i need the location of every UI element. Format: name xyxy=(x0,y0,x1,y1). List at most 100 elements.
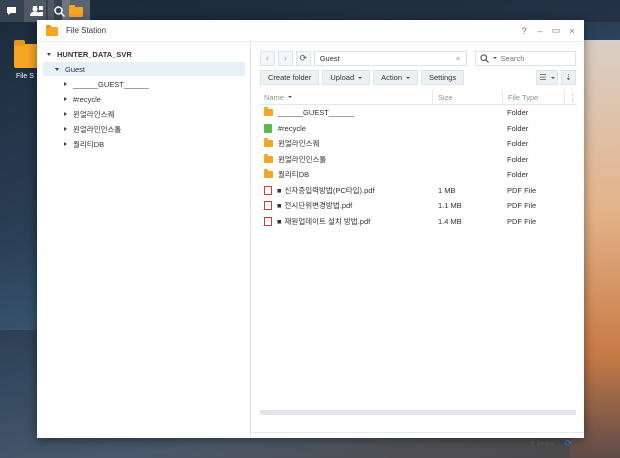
star-icon[interactable]: ★ xyxy=(455,54,462,63)
tree-root[interactable]: HUNTER_DATA_SVR xyxy=(47,47,132,61)
recycle-bin-icon xyxy=(264,123,272,133)
file-size: 1 MB xyxy=(438,185,456,195)
column-menu-button[interactable]: ⋮ xyxy=(564,89,577,105)
pdf-icon xyxy=(264,216,272,226)
horizontal-scrollbar[interactable] xyxy=(260,410,576,415)
forward-button[interactable]: › xyxy=(277,50,293,66)
file-station-app-icon xyxy=(46,25,58,36)
table-row[interactable]: ______GUEST______ Folder xyxy=(260,105,576,121)
path-field[interactable]: Guest ★ xyxy=(313,50,467,66)
action-button[interactable]: Action xyxy=(373,70,418,85)
refresh-icon[interactable]: ⟳ xyxy=(564,438,572,449)
help-button[interactable]: ? xyxy=(516,23,532,39)
folder-icon xyxy=(264,107,273,117)
create-folder-button[interactable]: Create folder xyxy=(260,70,320,85)
file-type: Folder xyxy=(507,170,529,180)
tree-item-folder-4[interactable]: 윈얼라인인스톨 xyxy=(64,122,121,136)
file-type: Folder xyxy=(507,123,529,133)
refresh-icon: ⟳ xyxy=(299,52,308,63)
file-table: Name Size File Type ⋮ ______GUEST______ … xyxy=(260,89,577,230)
tree-item-guest-folder[interactable]: ______GUEST______ xyxy=(64,77,149,91)
file-name: 신자증입력방법(PC타입).pdf xyxy=(284,185,375,195)
tree-item-guest[interactable]: Guest xyxy=(43,62,245,76)
folder-icon xyxy=(69,5,83,17)
collapse-arrow-icon[interactable] xyxy=(64,142,67,146)
more-icon: ⋮ xyxy=(569,92,577,102)
table-row[interactable]: ■ 신자증입력방법(PC타입).pdf 1 MB PDF File xyxy=(260,183,576,199)
settings-button[interactable]: Settings xyxy=(421,70,465,85)
item-count: 8 items xyxy=(530,439,555,448)
minimize-button[interactable]: – xyxy=(532,23,548,39)
tree-item-folder-3[interactable]: 윈얼라인스퀘 xyxy=(64,107,114,121)
search-icon xyxy=(480,53,489,63)
view-mode-button[interactable]: ☰ xyxy=(536,70,558,85)
tree-item-recycle[interactable]: #recycle xyxy=(64,92,101,106)
bullet-icon: ■ xyxy=(277,216,282,226)
dropdown-arrow-icon xyxy=(358,76,363,79)
folder-icon xyxy=(264,138,273,148)
collapse-arrow-icon[interactable] xyxy=(64,82,67,86)
tree-item-label: 윈얼라인인스톨 xyxy=(73,124,122,134)
collapse-arrow-icon[interactable] xyxy=(64,97,67,101)
file-name: #recycle xyxy=(278,123,306,133)
taskbar xyxy=(0,0,620,22)
file-type: PDF File xyxy=(507,216,537,226)
tree-item-folder-5[interactable]: 퀄리티DB xyxy=(64,137,104,151)
dropdown-arrow-icon xyxy=(550,76,555,79)
status-bar: 8 items ⟳ xyxy=(252,432,584,454)
file-name: 퀄리티DB xyxy=(278,170,310,180)
action-label: Action xyxy=(381,73,402,82)
chevron-left-icon: ‹ xyxy=(265,53,269,63)
table-header: Name Size File Type ⋮ xyxy=(260,89,577,105)
close-button[interactable]: × xyxy=(564,23,580,39)
sort-icon: ⇣ xyxy=(565,73,572,82)
file-name: 윈얼라인스퀘 xyxy=(278,139,320,149)
taskbar-tray xyxy=(0,0,620,22)
bullet-icon: ■ xyxy=(277,201,282,211)
desktop-icon-label: File S xyxy=(16,73,34,80)
file-size: 1.1 MB xyxy=(438,201,462,211)
file-name: ______GUEST______ xyxy=(278,108,354,118)
main-menu-button[interactable] xyxy=(22,0,54,22)
file-type: Folder xyxy=(507,154,529,164)
table-row[interactable]: 윈얼라인스퀘 Folder xyxy=(260,136,576,152)
current-path: Guest xyxy=(319,53,340,63)
window-titlebar[interactable]: File Station ? – ▭ × xyxy=(37,20,584,42)
back-button[interactable]: ‹ xyxy=(260,50,275,66)
sort-arrow-icon xyxy=(288,96,293,98)
file-list-pane: ‹ › ⟳ Guest ★ Create folder Upload Actio… xyxy=(252,42,584,448)
search-options-arrow-icon[interactable] xyxy=(492,57,497,59)
table-row[interactable]: ■ 재원업데이트 설치 방법.pdf 1.4 MB PDF File xyxy=(260,214,576,230)
list-view-icon: ☰ xyxy=(539,73,547,82)
navigation-bar: ‹ › ⟳ Guest ★ xyxy=(260,50,576,66)
search-box[interactable] xyxy=(474,50,576,66)
file-name: 재원업데이트 설치 방법.pdf xyxy=(284,216,371,226)
toolbar: Create folder Upload Action Settings ☰ ⇣ xyxy=(260,70,576,85)
table-row[interactable]: #recycle Folder xyxy=(260,121,576,137)
column-header-size[interactable]: Size xyxy=(432,89,453,105)
upload-button[interactable]: Upload xyxy=(322,70,371,85)
column-name-label: Name xyxy=(264,92,285,102)
notifications-button[interactable] xyxy=(0,0,22,22)
folder-icon xyxy=(264,169,273,179)
file-type: PDF File xyxy=(507,201,537,211)
collapse-arrow-icon[interactable] xyxy=(64,112,67,116)
tree-root-label: HUNTER_DATA_SVR xyxy=(57,49,132,59)
table-row[interactable]: 퀄리티DB Folder xyxy=(260,167,576,183)
column-header-name[interactable]: Name xyxy=(264,90,293,105)
column-header-type[interactable]: File Type xyxy=(502,89,538,105)
folder-icon xyxy=(264,153,273,163)
refresh-button[interactable]: ⟳ xyxy=(295,50,311,66)
expand-arrow-icon[interactable] xyxy=(55,67,59,71)
expand-arrow-icon[interactable] xyxy=(47,52,51,56)
search-input[interactable] xyxy=(500,53,571,63)
chat-icon xyxy=(6,7,16,15)
maximize-button[interactable]: ▭ xyxy=(548,23,564,39)
collapse-arrow-icon[interactable] xyxy=(64,127,67,131)
table-row[interactable]: 윈얼라인인스톨 Folder xyxy=(260,152,576,168)
table-row[interactable]: ■ 전시단위변경방법.pdf 1.1 MB PDF File xyxy=(260,198,576,214)
tree-item-label: #recycle xyxy=(73,94,101,104)
file-name: 전시단위변경방법.pdf xyxy=(284,201,353,211)
sort-button[interactable]: ⇣ xyxy=(561,70,576,85)
taskbar-file-station-button[interactable] xyxy=(62,0,90,22)
